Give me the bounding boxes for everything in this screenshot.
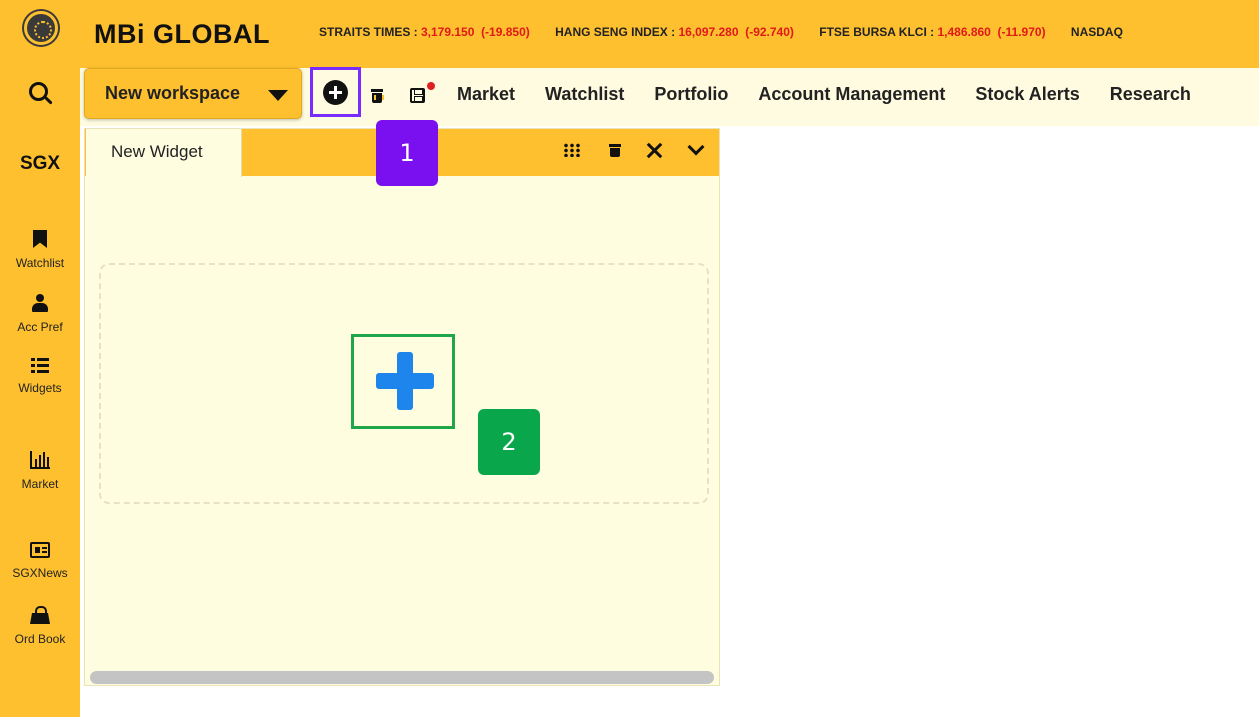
ticker-name: STRAITS TIMES : <box>319 25 421 39</box>
main-menu: Market Watchlist Portfolio Account Manageme… <box>457 84 1221 105</box>
sidebar-item-acc-pref[interactable]: Acc Pref <box>0 294 80 334</box>
unsaved-indicator-dot <box>427 82 435 90</box>
app-root: MBi GLOBAL STRAITS TIMES : 3,179.150 (-1… <box>0 0 1259 717</box>
left-sidebar: SGX Watchlist Acc Pref Widgets Market SG… <box>0 126 80 717</box>
trash-icon-body <box>372 93 384 103</box>
ticker-name: NASDAQ <box>1070 25 1123 39</box>
ticker-item[interactable]: NASDAQ <box>1071 25 1123 39</box>
ticker-change: (-19.850) <box>481 25 530 39</box>
sidebar-item-widgets[interactable]: Widgets <box>0 358 80 395</box>
grid-icon[interactable] <box>563 143 580 157</box>
sidebar-item-label: Market <box>21 477 59 491</box>
workspace-label: New workspace <box>105 83 241 103</box>
sidebar-item-label: Ord Book <box>14 632 66 646</box>
shopping-bag-icon <box>30 606 50 624</box>
add-widget-button[interactable] <box>351 334 455 429</box>
ticker-name: HANG SENG INDEX : <box>555 25 679 39</box>
user-icon <box>32 294 48 312</box>
globe-logo-icon[interactable] <box>24 11 58 45</box>
ticker-item[interactable]: STRAITS TIMES : 3,179.150 (-19.850) <box>319 25 530 39</box>
sidebar-item-watchlist[interactable]: Watchlist <box>0 230 80 270</box>
market-ticker: STRAITS TIMES : 3,179.150 (-19.850) HANG… <box>319 25 1145 39</box>
bookmark-icon <box>33 230 47 248</box>
exchange-label[interactable]: SGX <box>0 153 80 175</box>
top-bar: MBi GLOBAL STRAITS TIMES : 3,179.150 (-1… <box>0 0 1259 68</box>
step-badge-2: 2 <box>478 409 540 475</box>
sidebar-item-label: SGXNews <box>12 566 68 580</box>
sidebar-item-label: Widgets <box>18 381 62 395</box>
menu-item-watchlist[interactable]: Watchlist <box>545 84 624 104</box>
ticker-change: (-11.970) <box>997 25 1046 39</box>
expand-icon[interactable] <box>647 143 662 158</box>
sidebar-item-label: Watchlist <box>15 256 65 270</box>
widget-tab-label: New Widget <box>111 142 203 161</box>
plus-circle-icon <box>323 80 348 105</box>
menu-item-stock-alerts[interactable]: Stock Alerts <box>975 84 1079 104</box>
sidebar-item-market[interactable]: Market <box>0 451 80 491</box>
workspace-dropdown[interactable]: New workspace <box>84 68 302 119</box>
list-icon <box>31 358 49 373</box>
ticker-item[interactable]: HANG SENG INDEX : 16,097.280 (-92.740) <box>555 25 794 39</box>
step-badge-1: 1 <box>376 120 438 186</box>
ticker-name: FTSE BURSA KLCI : <box>819 25 938 39</box>
add-workspace-button[interactable] <box>310 67 361 117</box>
sidebar-item-label: Acc Pref <box>17 320 63 334</box>
trash-icon <box>371 89 383 92</box>
menu-item-market[interactable]: Market <box>457 84 515 104</box>
workspace-nav-bar: New workspace Market Watchlist Portfolio Ac… <box>80 67 1259 126</box>
brand-name[interactable]: MBi GLOBAL <box>94 19 270 50</box>
newspaper-icon <box>30 542 50 558</box>
caret-down-icon <box>268 90 288 101</box>
sidebar-item-sgxnews[interactable]: SGXNews <box>0 542 80 580</box>
chevron-down-icon[interactable] <box>687 138 705 156</box>
ticker-value: 1,486.860 <box>937 25 991 39</box>
ticker-item[interactable]: FTSE BURSA KLCI : 1,486.860 (-11.970) <box>819 25 1045 39</box>
search-button[interactable] <box>0 68 80 126</box>
tab-new-widget[interactable]: New Widget <box>86 129 242 177</box>
save-workspace-button[interactable] <box>410 88 425 103</box>
delete-workspace-button[interactable] <box>371 88 384 103</box>
menu-item-portfolio[interactable]: Portfolio <box>654 84 728 104</box>
ticker-value: 3,179.150 <box>421 25 475 39</box>
horizontal-scrollbar[interactable] <box>90 671 714 684</box>
menu-item-account-management[interactable]: Account Management <box>758 84 945 104</box>
search-icon-handle <box>44 96 53 105</box>
plus-icon-vertical <box>397 352 413 410</box>
sidebar-item-ord-book[interactable]: Ord Book <box>0 606 80 646</box>
ticker-value: 16,097.280 <box>678 25 739 39</box>
bar-chart-icon <box>30 451 50 469</box>
widget-panel: New Widget <box>84 128 720 686</box>
trash-icon[interactable] <box>609 143 621 157</box>
ticker-change: (-92.740) <box>745 25 794 39</box>
menu-item-research[interactable]: Research <box>1110 84 1191 104</box>
